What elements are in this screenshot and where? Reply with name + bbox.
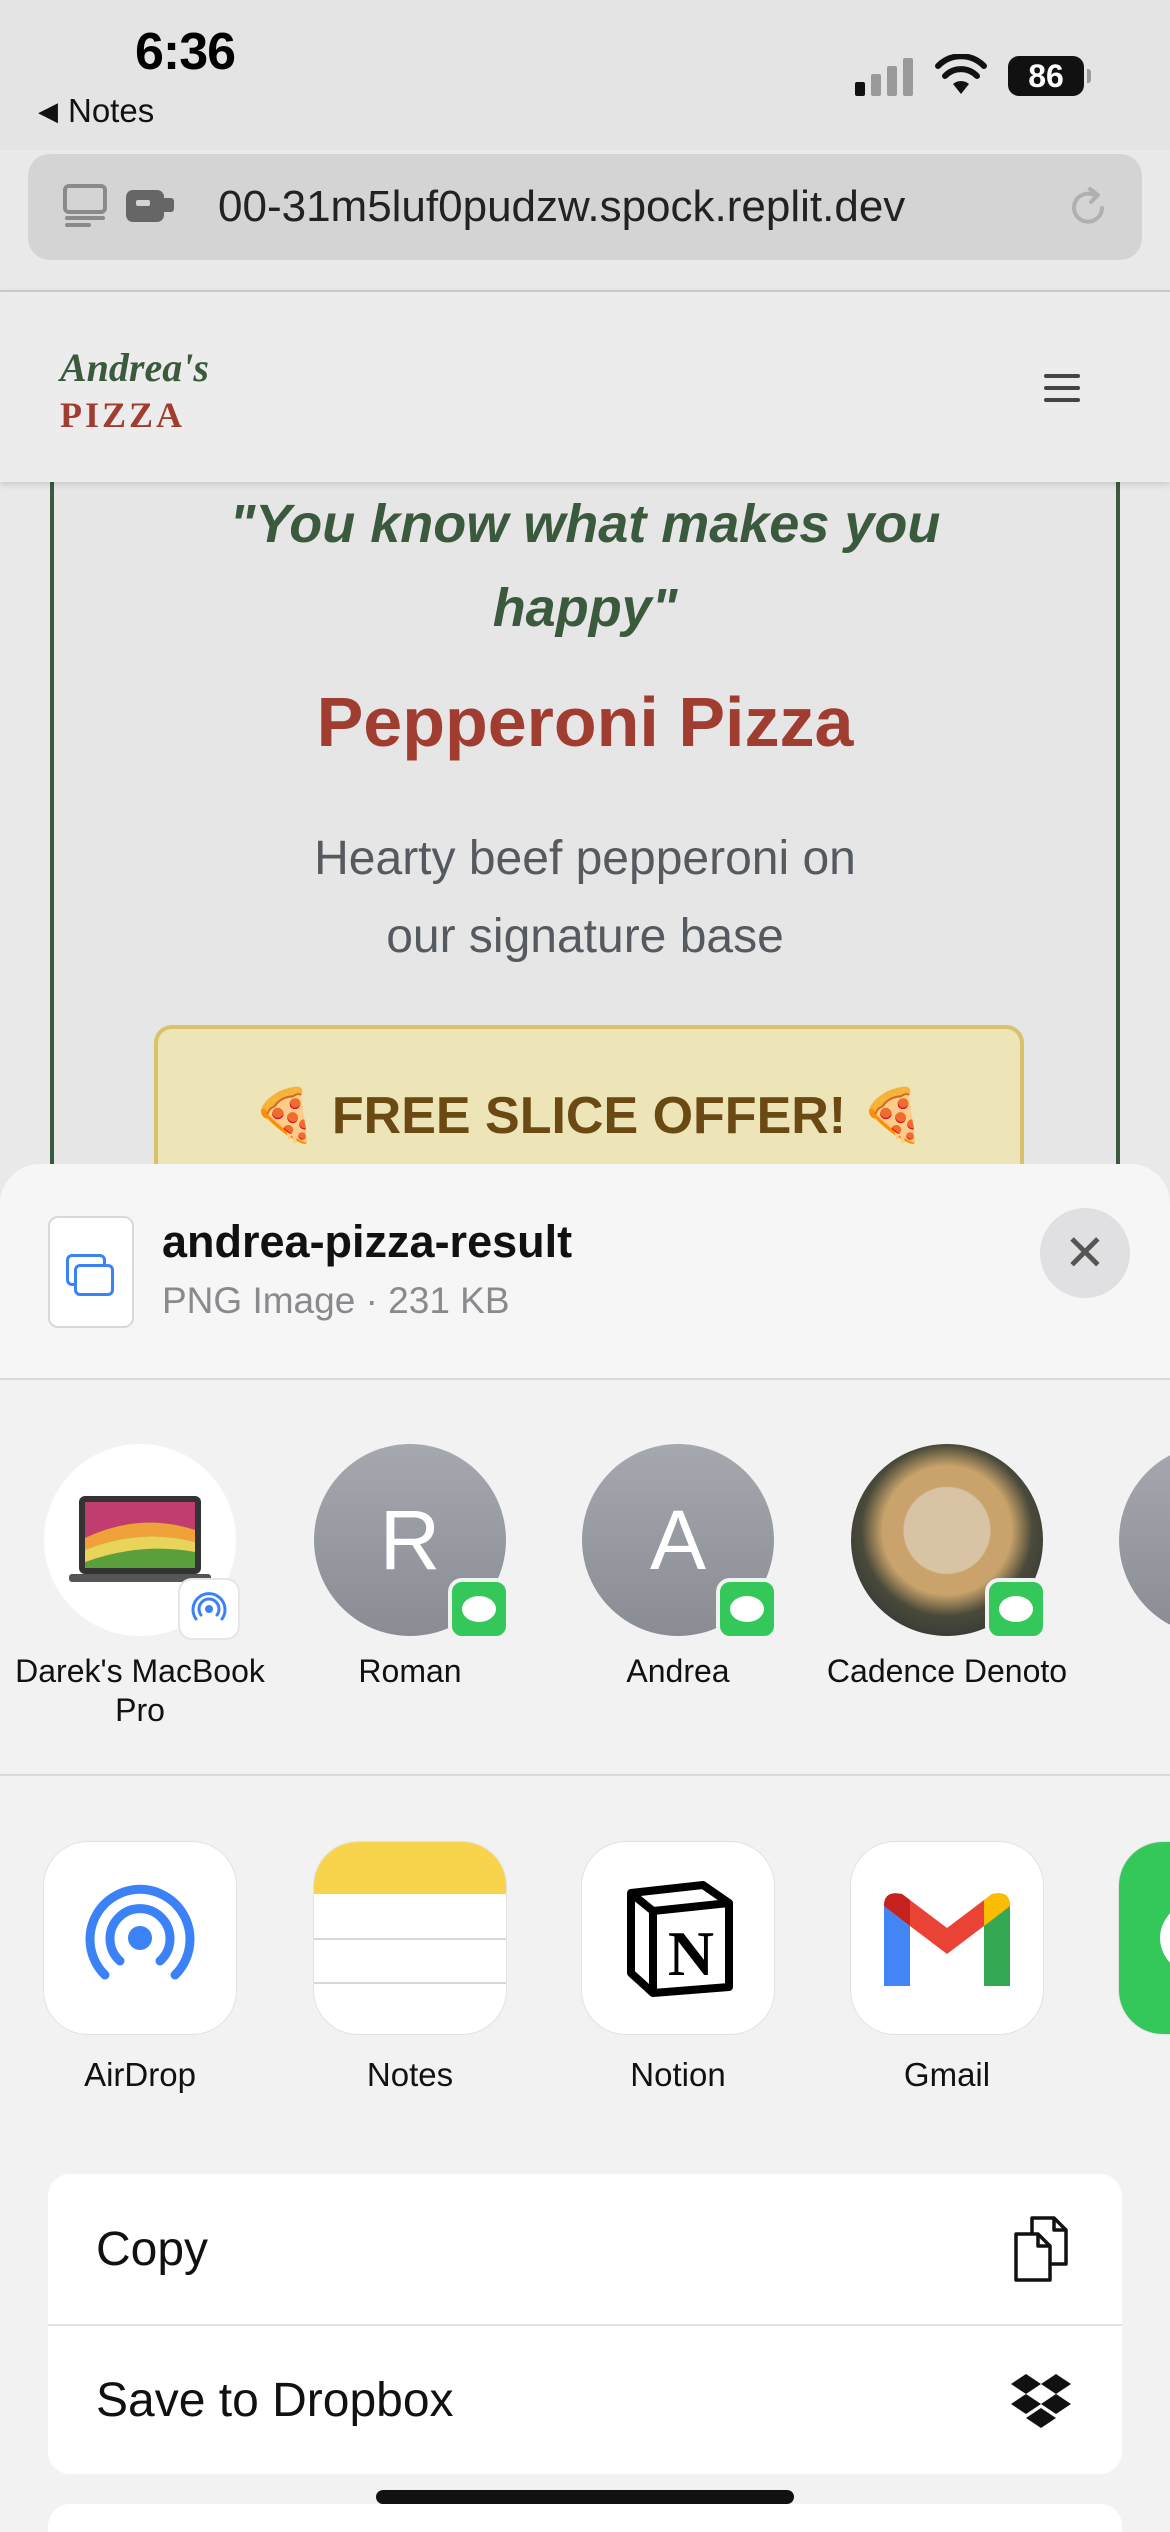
more-actions-list — [48, 2504, 1122, 2532]
logo-line1[interactable]: Andrea's — [60, 344, 209, 391]
person-darek-macbook[interactable]: Darek's MacBook Pro — [15, 1382, 265, 1730]
back-arrow-icon: ◀ — [38, 95, 58, 126]
share-actions-list: Copy Save to Dropbox — [48, 2174, 1122, 2474]
app-label: Notion — [630, 2056, 726, 2093]
person-name: Andrea — [626, 1653, 730, 1689]
avatar — [1119, 1444, 1170, 1636]
battery-icon: 86 — [1008, 56, 1091, 96]
copy-action[interactable]: Copy — [48, 2174, 1122, 2324]
hamburger-menu-icon[interactable] — [1044, 374, 1080, 402]
app-airdrop[interactable]: AirDrop — [15, 1778, 265, 2094]
person-name: Roman — [358, 1653, 462, 1689]
site-header: Andrea's PIZZA — [0, 290, 1170, 482]
file-name: andrea-pizza-result — [162, 1216, 573, 1267]
page-menu-icon[interactable] — [62, 182, 108, 228]
action-label: Copy — [96, 2222, 209, 2276]
person-andrea[interactable]: A Andrea — [553, 1382, 803, 1691]
close-button[interactable]: ✕ — [1040, 1208, 1130, 1298]
image-file-icon — [48, 1216, 134, 1328]
laptop-avatar — [44, 1444, 240, 1640]
wifi-icon — [935, 54, 987, 94]
notes-icon — [314, 1842, 506, 2034]
app-notion[interactable]: N Notion — [553, 1778, 803, 2094]
back-app-label: Notes — [68, 92, 155, 129]
pizza-quote: "You know what makes you happy" — [229, 494, 941, 638]
app-label: AirDrop — [84, 2056, 196, 2093]
status-time: 6:36 — [135, 23, 236, 81]
close-icon: ✕ — [1064, 1225, 1106, 1281]
person-name: Cadence Denoto — [826, 1653, 1068, 1689]
app-label: Me — [1090, 2056, 1170, 2094]
person-cadence-denoto[interactable]: Cadence Denoto — [822, 1382, 1072, 1691]
save-to-dropbox-action[interactable]: Save to Dropbox — [48, 2324, 1122, 2474]
dropbox-icon — [1011, 2374, 1071, 2428]
app-messages[interactable]: Me — [1090, 1778, 1170, 2094]
share-sheet: andrea-pizza-result PNG Image · 231 KB ✕ — [0, 1164, 1170, 2532]
action-label: Save to Dropbox — [96, 2373, 454, 2427]
share-apps-row[interactable]: AirDrop Notes N Notion Gmail — [0, 1778, 1170, 2093]
pizza-description: Hearty beef pepperoni on our signature b… — [314, 832, 856, 963]
avatar-initial: A — [649, 1492, 707, 1587]
avatar: R — [314, 1444, 510, 1640]
svg-text:N: N — [668, 1918, 714, 1989]
file-meta: PNG Image · 231 KB — [162, 1280, 510, 1321]
pizza-title: Pepperoni Pizza — [316, 683, 854, 761]
airdrop-icon — [44, 1842, 236, 2034]
airdrop-badge-icon — [178, 1578, 240, 1640]
logo-line2[interactable]: PIZZA — [60, 394, 185, 436]
app-notes[interactable]: Notes — [285, 1778, 535, 2094]
app-label: Gmail — [903, 2056, 991, 2093]
back-to-app-link[interactable]: ◀ Notes — [38, 92, 154, 130]
reload-icon[interactable] — [1064, 184, 1112, 232]
app-gmail[interactable]: Gmail — [822, 1778, 1072, 2094]
person-roman[interactable]: R Roman — [285, 1382, 535, 1691]
messages-badge-icon — [716, 1578, 778, 1640]
browser-page: 6:36 ◀ Notes 86 00-31m5luf0pudzw.spock.r… — [0, 0, 1170, 1230]
home-indicator[interactable] — [376, 2490, 794, 2504]
gmail-icon — [851, 1842, 1043, 2034]
person-partial[interactable] — [1090, 1382, 1170, 1636]
address-bar[interactable]: 00-31m5luf0pudzw.spock.replit.dev — [28, 154, 1142, 260]
messages-icon — [1119, 1842, 1170, 2034]
macbook-icon — [69, 1496, 211, 1582]
avatar: A — [582, 1444, 778, 1640]
app-label: Notes — [366, 2056, 454, 2093]
extension-icon[interactable] — [124, 184, 176, 226]
cellular-signal-icon — [855, 58, 913, 96]
person-name: Darek's MacBook Pro — [15, 1653, 265, 1728]
avatar-initial: R — [379, 1492, 441, 1587]
photo-avatar — [851, 1444, 1047, 1640]
messages-badge-icon — [448, 1578, 510, 1640]
status-bar: 6:36 ◀ Notes 86 — [0, 0, 1170, 150]
share-people-row[interactable]: Darek's MacBook Pro R Roman A Andrea Cad… — [0, 1382, 1170, 1776]
copy-icon — [1014, 2216, 1068, 2282]
share-sheet-header: andrea-pizza-result PNG Image · 231 KB ✕ — [0, 1164, 1170, 1380]
notion-icon: N — [582, 1842, 774, 2034]
pizza-card: "You know what makes you happy" Pepperon… — [50, 470, 1120, 1230]
url-text: 00-31m5luf0pudzw.spock.replit.dev — [218, 182, 906, 231]
messages-badge-icon — [985, 1578, 1047, 1640]
